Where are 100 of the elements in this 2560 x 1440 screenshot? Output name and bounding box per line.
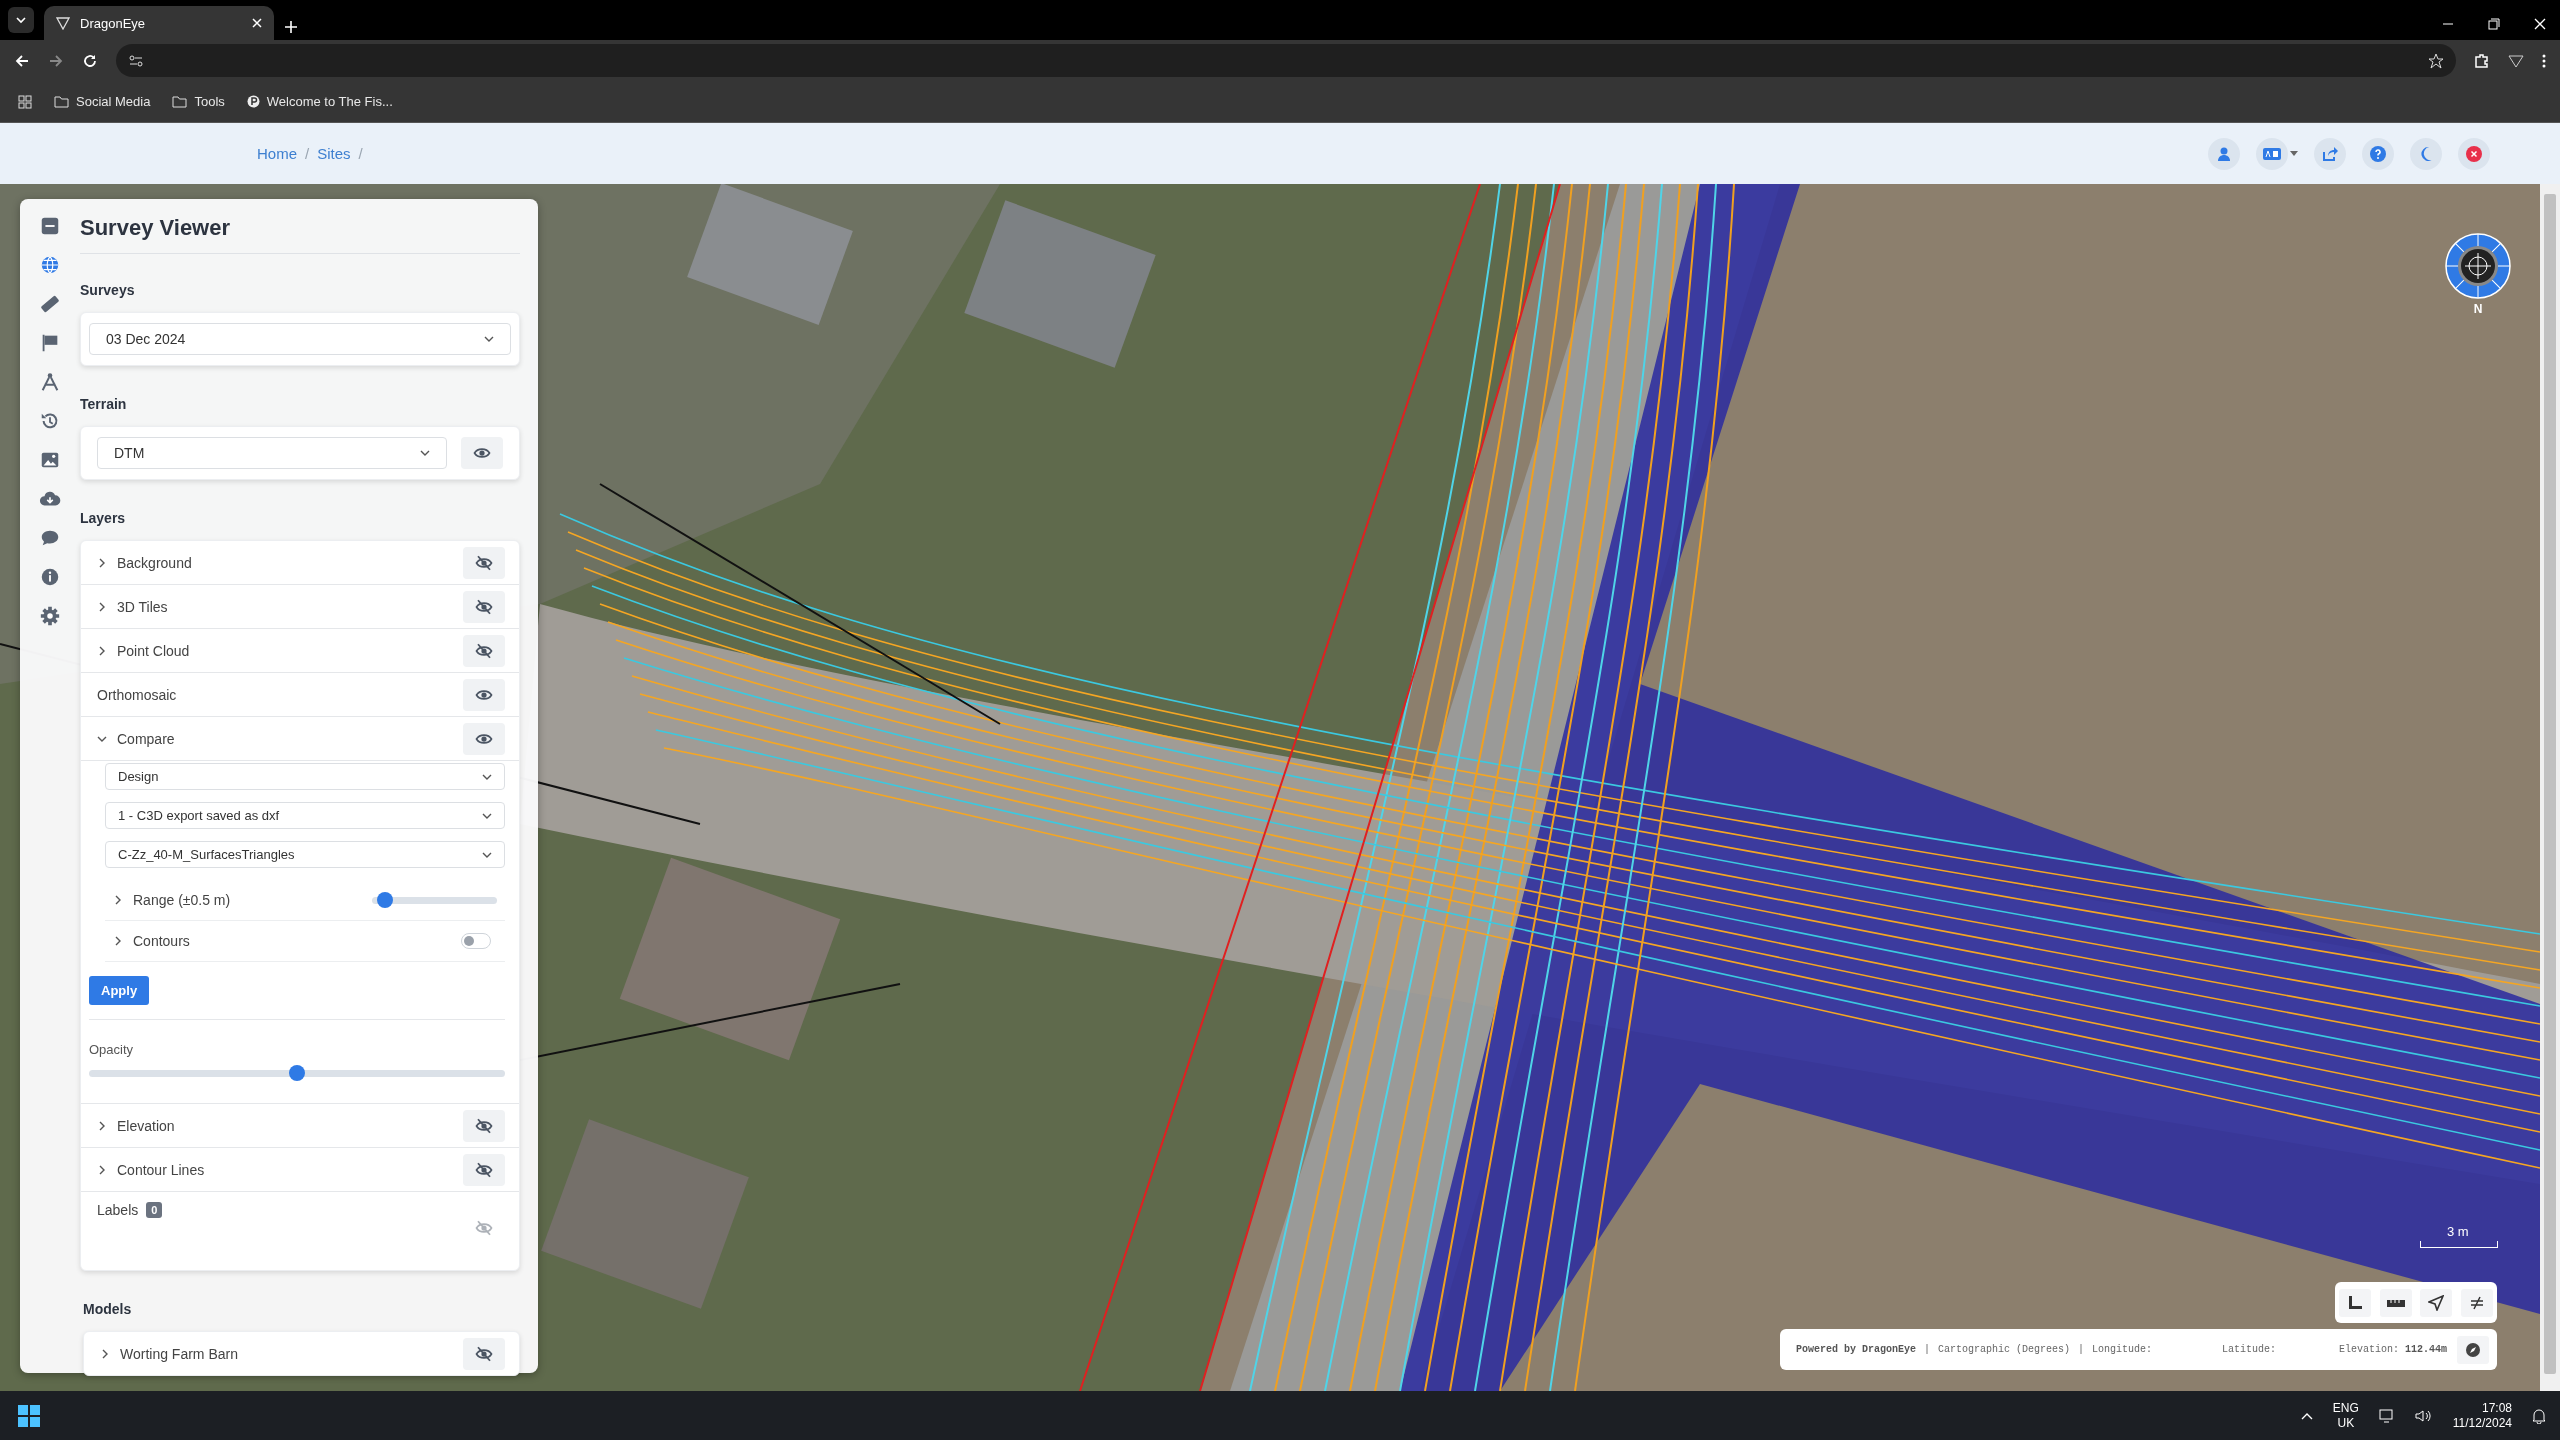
latitude-label: Latitude:	[2222, 1344, 2277, 1355]
tab-title: DragonEye	[80, 15, 147, 31]
elevation-text: Elevation: 112.44m	[2338, 1344, 2447, 1355]
site-settings-icon[interactable]	[128, 52, 144, 69]
visibility-toggle-button[interactable]	[463, 634, 505, 667]
scale-label: 3 m	[2447, 1224, 2469, 1239]
eye-off-icon	[475, 1116, 493, 1135]
terrain-select[interactable]: DTM	[97, 437, 447, 469]
compare-select[interactable]: 1 - C3D export saved as dxf	[105, 802, 505, 829]
opacity-slider[interactable]	[89, 1065, 505, 1081]
language-button[interactable]	[2256, 137, 2288, 170]
slider-thumb[interactable]	[376, 892, 393, 908]
breadcrumb-link[interactable]: Home	[257, 145, 297, 162]
visibility-toggle-button[interactable]	[461, 437, 503, 469]
visibility-toggle-button[interactable]	[463, 1153, 505, 1186]
layer-name: Orthomosaic	[97, 686, 178, 703]
chevron-icon	[113, 936, 123, 946]
star-icon[interactable]	[2428, 52, 2444, 69]
chevron-down-icon	[15, 14, 27, 26]
clock-date[interactable]: 11/12/2024	[2452, 1416, 2512, 1431]
forward-arrow-icon[interactable]	[48, 52, 64, 69]
close-button[interactable]	[2458, 137, 2490, 170]
compass-button[interactable]	[2457, 1335, 2489, 1364]
more-icon[interactable]	[2542, 52, 2546, 69]
chevron-up-icon[interactable]	[2300, 1412, 2313, 1420]
layer-name: Labels	[97, 1202, 139, 1218]
apply-button[interactable]: Apply	[89, 976, 150, 1005]
puzzle-icon[interactable]	[2474, 52, 2490, 69]
close-icon	[2466, 145, 2482, 162]
network-monitor-icon[interactable]	[2378, 1409, 2395, 1423]
language-text[interactable]: ENG	[2332, 1401, 2359, 1416]
browser-tab[interactable]: DragonEye	[44, 6, 274, 40]
visibility-toggle-button[interactable]	[463, 1337, 505, 1370]
settings-icon[interactable]	[39, 605, 61, 627]
eye-off-icon	[475, 597, 493, 616]
windows-start-icon[interactable]	[18, 1405, 40, 1427]
layer-name[interactable]: 3D Tiles	[117, 598, 453, 615]
layer-name[interactable]: Contour Lines	[117, 1161, 453, 1178]
drafting-icon[interactable]	[39, 371, 61, 393]
caret-icon[interactable]	[2290, 151, 2298, 156]
close-icon[interactable]	[2534, 18, 2546, 30]
bookmark-item[interactable]: Social Media	[54, 94, 151, 109]
eye-off-icon	[475, 1219, 493, 1237]
compare-select[interactable]: C-Zz_40-M_SurfacesTriangles	[105, 841, 505, 868]
measure-button[interactable]	[2379, 1288, 2412, 1317]
restore-icon[interactable]	[2488, 18, 2500, 30]
visibility-toggle-button[interactable]	[463, 678, 505, 711]
visibility-toggle-button[interactable]	[463, 590, 505, 623]
slider-thumb[interactable]	[289, 1065, 305, 1081]
range-label[interactable]: Range (±0.5 m)	[133, 892, 362, 908]
section-heading: Layers	[80, 510, 127, 526]
contours-toggle[interactable]	[461, 933, 491, 949]
visibility-toggle-button[interactable]	[463, 1109, 505, 1142]
projection-text: Cartographic (Degrees)	[1938, 1344, 2071, 1355]
triangle-extension-icon[interactable]	[2508, 52, 2524, 69]
bell-icon[interactable]	[2532, 1408, 2546, 1424]
contours-label[interactable]: Contours	[133, 933, 451, 949]
chevron-icon	[484, 334, 494, 344]
angle-ruler-icon	[2347, 1294, 2364, 1311]
chevron-icon	[113, 895, 123, 905]
site-favicon-icon	[246, 95, 260, 108]
close-icon[interactable]	[252, 18, 262, 28]
speaker-icon[interactable]	[2414, 1409, 2433, 1423]
bookmark-label: Social Media	[76, 94, 151, 109]
compare-button[interactable]	[2460, 1288, 2493, 1317]
visibility-toggle-button[interactable]	[463, 722, 505, 755]
eye-off-icon	[475, 1160, 493, 1179]
dark-mode-button[interactable]	[2410, 137, 2442, 170]
help-button[interactable]	[2362, 137, 2394, 170]
moon-icon	[2419, 145, 2433, 162]
plus-icon[interactable]	[284, 20, 298, 34]
layer-name[interactable]: Elevation	[117, 1117, 453, 1134]
visibility-toggle-button[interactable]	[463, 546, 505, 579]
folder-icon	[54, 95, 69, 108]
navigation-button[interactable]	[2420, 1288, 2453, 1317]
clock-time[interactable]: 17:08	[2481, 1401, 2512, 1416]
bookmark-item[interactable]: Tools	[172, 94, 225, 109]
apps-grid-icon[interactable]	[18, 94, 32, 109]
layer-name[interactable]: Compare	[117, 730, 453, 747]
share-icon	[2322, 145, 2338, 162]
region-text[interactable]: UK	[2337, 1416, 2355, 1431]
collapse-icon[interactable]	[39, 215, 61, 237]
separator: |	[2078, 1344, 2085, 1355]
reload-icon[interactable]	[82, 52, 98, 69]
share-button[interactable]	[2314, 137, 2346, 170]
compare-select[interactable]: Design	[105, 763, 505, 790]
tab-menu-button[interactable]	[8, 7, 34, 33]
globe-icon[interactable]	[39, 254, 61, 276]
back-arrow-icon[interactable]	[14, 52, 30, 69]
layer-name[interactable]: Background	[117, 554, 453, 571]
angle-tool-button[interactable]	[2339, 1288, 2372, 1317]
survey-select[interactable]: 03 Dec 2024	[89, 323, 511, 355]
range-slider[interactable]	[372, 892, 497, 908]
breadcrumb-link[interactable]: Sites	[317, 145, 351, 162]
section-heading: Models	[83, 1301, 133, 1317]
info-icon[interactable]	[39, 566, 61, 588]
compass-icon[interactable]	[2444, 232, 2512, 300]
user-button[interactable]	[2208, 137, 2240, 170]
scrollbar[interactable]	[2540, 184, 2560, 1391]
layer-name[interactable]: Point Cloud	[117, 642, 453, 659]
